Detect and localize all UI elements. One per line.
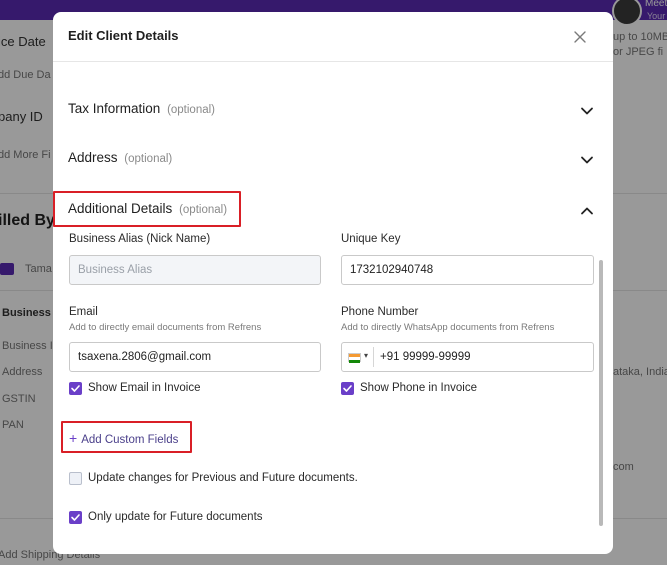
unique-key-label: Unique Key xyxy=(341,233,401,245)
tax-information-section[interactable]: Tax Information (optional) xyxy=(53,91,613,131)
chevron-down-icon[interactable] xyxy=(580,153,594,167)
address-section[interactable]: Address (optional) xyxy=(53,140,613,180)
phone-field: ▾ xyxy=(341,342,594,372)
checkmark-icon xyxy=(71,514,80,521)
section-title: Tax Information (optional) xyxy=(68,101,215,116)
chevron-down-icon[interactable] xyxy=(580,104,594,118)
annotation-highlight xyxy=(61,421,192,453)
modal-header: Edit Client Details xyxy=(53,12,613,62)
show-phone-label: Show Phone in Invoice xyxy=(360,382,477,394)
update-future-only-label: Only update for Future documents xyxy=(88,511,263,523)
update-previous-future-checkbox[interactable] xyxy=(69,472,82,485)
email-label: Email xyxy=(69,306,98,318)
phone-number-input[interactable] xyxy=(374,343,592,371)
show-phone-checkbox[interactable] xyxy=(341,382,354,395)
update-future-only-checkbox[interactable] xyxy=(69,511,82,524)
india-flag-icon[interactable] xyxy=(348,353,361,363)
edit-client-modal: Edit Client Details Tax Information (opt… xyxy=(53,12,613,554)
business-alias-input[interactable] xyxy=(69,255,321,285)
update-previous-future-label: Update changes for Previous and Future d… xyxy=(88,472,358,484)
modal-scrollbar[interactable] xyxy=(599,260,603,526)
show-email-label: Show Email in Invoice xyxy=(88,382,201,394)
unique-key-input[interactable] xyxy=(341,255,594,285)
chevron-up-icon[interactable] xyxy=(580,204,594,218)
email-field[interactable] xyxy=(69,342,321,372)
section-title-text: Address xyxy=(68,150,118,165)
optional-tag: (optional) xyxy=(167,104,216,116)
email-hint: Add to directly email documents from Ref… xyxy=(69,322,262,333)
phone-label: Phone Number xyxy=(341,306,419,318)
checkmark-icon xyxy=(71,385,80,392)
show-email-checkbox[interactable] xyxy=(69,382,82,395)
close-icon[interactable] xyxy=(570,27,590,47)
business-alias-label: Business Alias (Nick Name) xyxy=(69,233,211,245)
section-title: Address (optional) xyxy=(68,150,172,165)
section-title-text: Tax Information xyxy=(68,101,161,116)
checkmark-icon xyxy=(343,385,352,392)
annotation-highlight xyxy=(53,191,241,227)
modal-title: Edit Client Details xyxy=(68,28,179,43)
phone-hint: Add to directly WhatsApp documents from … xyxy=(341,322,555,333)
country-dropdown-caret-icon[interactable]: ▾ xyxy=(364,351,368,360)
optional-tag: (optional) xyxy=(124,153,173,165)
